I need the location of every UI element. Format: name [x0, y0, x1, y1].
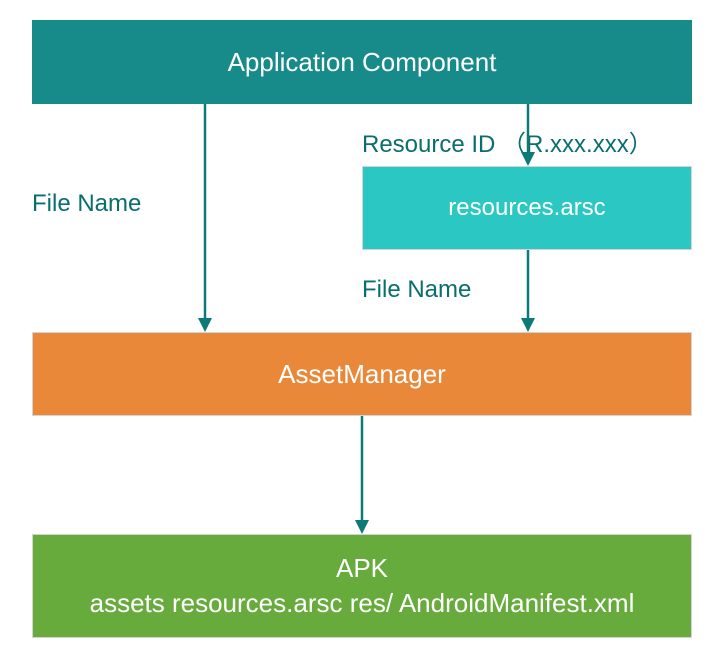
- apk-contents-label: assets resources.arsc res/ AndroidManife…: [90, 586, 635, 621]
- file-name-center-label: File Name: [362, 276, 471, 304]
- apk-box: APK assets resources.arsc res/ AndroidMa…: [32, 534, 692, 638]
- file-name-left-label: File Name: [32, 190, 141, 218]
- asset-manager-label: AssetManager: [278, 359, 446, 390]
- arrow-assetmanager-to-apk: [352, 416, 372, 534]
- asset-manager-box: AssetManager: [32, 332, 692, 416]
- arrow-resources-to-assetmanager: [518, 250, 538, 332]
- resources-arsc-box: resources.arsc: [362, 166, 692, 250]
- arrow-app-to-assetmanager-left: [195, 104, 215, 332]
- application-component-box: Application Component: [32, 20, 692, 104]
- application-component-label: Application Component: [228, 47, 497, 78]
- arrow-app-to-resources: [518, 104, 538, 166]
- resource-id-label: Resource ID （R.xxx.xxx）: [362, 124, 653, 159]
- resources-arsc-label: resources.arsc: [448, 194, 605, 222]
- apk-title-label: APK: [336, 551, 388, 586]
